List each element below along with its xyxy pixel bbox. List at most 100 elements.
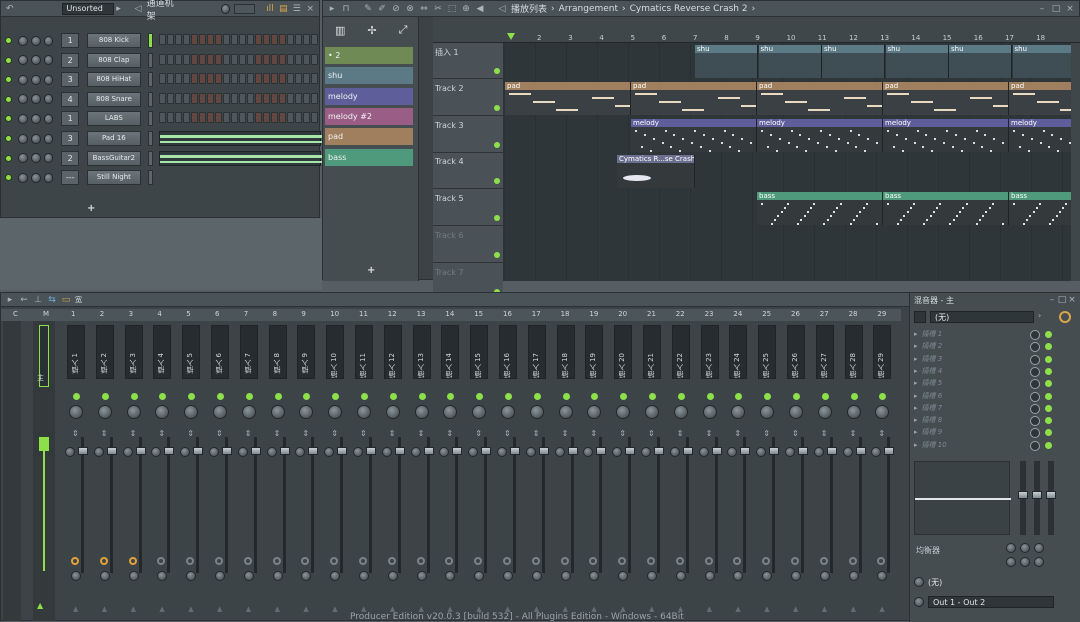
step-button[interactable]: [286, 34, 294, 45]
pattern-clip[interactable]: melody: [631, 118, 757, 152]
insert-led[interactable]: [245, 393, 253, 400]
send-knob[interactable]: [71, 571, 81, 581]
send-knob[interactable]: [819, 571, 830, 581]
pattern-clip[interactable]: pad: [883, 81, 1009, 115]
effect-slot[interactable]: ▸ 插槽 5: [914, 378, 1052, 390]
stereo-icon[interactable]: ⇕: [158, 429, 165, 438]
pan-knob[interactable]: [17, 133, 28, 144]
step-button[interactable]: [214, 53, 222, 65]
playlist-grid[interactable]: shu shu shu shu shu shu pad pad pad pad pad melody m…: [505, 43, 1071, 281]
step-button[interactable]: [278, 34, 286, 45]
mixer-channel-number[interactable]: 10: [330, 310, 339, 318]
select-icon[interactable]: ⬚: [447, 4, 457, 14]
stereo-icon[interactable]: ⇕: [648, 429, 655, 438]
step-button[interactable]: [294, 112, 302, 124]
insert-led[interactable]: [188, 393, 196, 400]
step-sequencer[interactable]: [159, 171, 321, 184]
volume-knob[interactable]: [295, 447, 306, 457]
step-button[interactable]: [310, 73, 318, 85]
mixer-channel-number[interactable]: 11: [359, 310, 368, 318]
volume-fader[interactable]: [308, 447, 319, 455]
send-knob[interactable]: [215, 571, 225, 581]
volume-knob[interactable]: [30, 172, 41, 183]
stereo-icon[interactable]: ⇕: [302, 429, 309, 438]
route-icon[interactable]: [848, 557, 857, 565]
mixer-tool-2-icon[interactable]: ⊥: [33, 295, 43, 305]
slot-mix-knob[interactable]: [1030, 416, 1040, 427]
volume-fader[interactable]: [337, 447, 348, 455]
slip-icon[interactable]: ⇔: [419, 4, 429, 14]
route-icon[interactable]: [819, 557, 828, 565]
pattern-item[interactable]: bass: [325, 148, 413, 166]
mixer-channel-number[interactable]: 21: [647, 310, 656, 318]
step-button[interactable]: [230, 112, 238, 124]
send-knob[interactable]: [272, 571, 283, 581]
volume-knob[interactable]: [698, 447, 709, 457]
send-knob[interactable]: [647, 571, 657, 581]
step-button[interactable]: [174, 92, 182, 104]
minimize-icon[interactable]: –: [1047, 295, 1057, 305]
pan-knob[interactable]: [17, 172, 28, 183]
pattern-clip[interactable]: pad: [757, 81, 883, 115]
slot-led[interactable]: [1045, 404, 1052, 412]
track-led[interactable]: [494, 104, 500, 111]
pattern-clip[interactable]: melody: [883, 118, 1009, 152]
step-sequencer[interactable]: [158, 150, 324, 166]
track-header[interactable]: Track 5: [433, 190, 503, 227]
volume-knob[interactable]: [813, 447, 824, 457]
step-button[interactable]: [230, 73, 238, 85]
mute-knob[interactable]: [43, 74, 54, 85]
step-button[interactable]: [166, 92, 174, 104]
volume-knob[interactable]: [727, 447, 738, 457]
maximize-icon[interactable]: □: [1057, 295, 1067, 305]
channel-name-button[interactable]: 808 Kick: [86, 33, 141, 48]
insert-strip[interactable]: 插入 12 ⇕ ▲: [380, 321, 408, 621]
volume-knob[interactable]: [583, 447, 594, 457]
send-knob[interactable]: [128, 571, 139, 581]
pan-knob[interactable]: [846, 405, 861, 419]
insert-strip[interactable]: 插入 10 ⇕ ▲: [322, 321, 350, 621]
insert-led[interactable]: [332, 393, 340, 400]
insert-strip[interactable]: 插入 17 ⇕ ▲: [524, 321, 552, 621]
volume-fader[interactable]: [193, 447, 204, 455]
pattern-clip[interactable]: bass: [1009, 192, 1071, 226]
step-button[interactable]: [286, 73, 294, 85]
step-button[interactable]: [254, 92, 262, 104]
mixer-channel-number[interactable]: 3: [129, 310, 133, 318]
volume-knob[interactable]: [266, 447, 277, 457]
send-knob[interactable]: [762, 571, 773, 581]
step-button[interactable]: [174, 34, 182, 45]
pan-knob[interactable]: [17, 94, 28, 105]
select-indicator[interactable]: [147, 72, 153, 88]
pan-knob[interactable]: [385, 405, 400, 419]
send-knob[interactable]: [618, 571, 629, 581]
close-icon[interactable]: ×: [1065, 4, 1075, 14]
mute-knob[interactable]: [43, 172, 54, 183]
insert-strip[interactable]: 插入 2 ⇕ ▲: [92, 321, 120, 621]
mute-knob[interactable]: [43, 35, 54, 46]
step-button[interactable]: [158, 112, 166, 124]
volume-fader[interactable]: [769, 447, 780, 455]
step-button[interactable]: [198, 34, 206, 45]
options-icon[interactable]: ☰: [292, 4, 301, 14]
step-button[interactable]: [222, 73, 230, 85]
insert-strip[interactable]: 插入 23 ⇕ ▲: [697, 321, 725, 621]
slot-led[interactable]: [1045, 417, 1052, 425]
channel-led[interactable]: [5, 56, 12, 64]
insert-strip[interactable]: 插入 16 ⇕ ▲: [495, 321, 523, 621]
volume-fader[interactable]: [884, 447, 895, 455]
insert-strip[interactable]: 插入 21 ⇕ ▲: [639, 321, 667, 621]
step-button[interactable]: [182, 112, 190, 124]
volume-knob[interactable]: [641, 447, 651, 457]
slot-mix-knob[interactable]: [1030, 440, 1040, 451]
pattern-clip[interactable]: shu: [885, 45, 949, 78]
step-button[interactable]: [238, 53, 246, 65]
mixer-track-number[interactable]: 2: [61, 150, 79, 166]
effect-slot[interactable]: ▸ 插槽 9: [914, 427, 1052, 439]
route-icon[interactable]: [589, 557, 598, 565]
volume-fader[interactable]: [366, 447, 376, 455]
mixer-tool-1-icon[interactable]: ⇜: [19, 295, 29, 305]
channel-name-button[interactable]: 808 Clap: [86, 52, 141, 68]
channel-name-button[interactable]: 808 HiHat: [86, 72, 141, 88]
slice-icon[interactable]: ✂: [433, 4, 443, 14]
